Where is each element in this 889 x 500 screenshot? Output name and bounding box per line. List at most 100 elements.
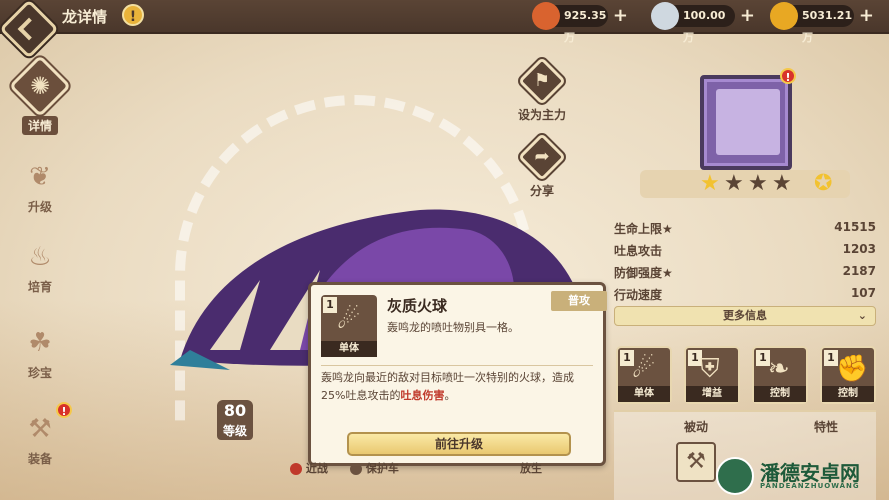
stat-breath-attack-label: 吐息攻击: [614, 244, 663, 258]
stat-breath-attack: 吐息攻击 1203: [614, 242, 876, 264]
passive-skill-slot[interactable]: ⚒: [676, 442, 716, 482]
skill-slot-4[interactable]: 1 ✊ 控制: [820, 346, 876, 404]
popup-skill-name: 灰质火球: [387, 297, 448, 315]
snail-gear-icon: ✺: [8, 54, 72, 118]
codex-alert-badge: !: [780, 68, 796, 84]
popup-skill-short-desc: 轰鸣龙的喷吐物别具一格。: [387, 321, 519, 334]
more-info-label: 更多信息: [723, 309, 767, 322]
nav-item-breed[interactable]: ♨ 培育: [4, 240, 76, 295]
popup-body-end: 。: [444, 389, 456, 402]
nav-label-equipment: 装备: [27, 452, 52, 466]
gold-coin-icon: [770, 2, 798, 30]
popup-skill-type: 单体: [321, 341, 377, 357]
flame-icon: ♨: [28, 242, 52, 272]
lock-icon: [350, 463, 362, 475]
stat-hp-value: 41515: [834, 220, 876, 234]
dragon-level-unit: 等级: [217, 422, 253, 440]
stat-defense-label: 防御强度★: [614, 266, 673, 280]
skill-detail-popup: 1 ☄ 单体 灰质火球 轰鸣龙的喷吐物别具一格。 普攻 轰鸣龙向最近的敌对目标喷…: [308, 282, 607, 466]
tag-protect-label: 保护车: [365, 462, 399, 475]
nav-item-details[interactable]: ✺ 详情: [4, 54, 76, 135]
popup-divider: [321, 365, 593, 366]
add-crystal-button[interactable]: +: [740, 5, 755, 27]
bird-icon: ❧: [768, 354, 790, 384]
star-filled-icon: ★: [700, 171, 720, 196]
skill-slot-2[interactable]: 1 ⛨ 增益: [684, 346, 740, 404]
nav-label-details: 详情: [21, 116, 58, 135]
add-meat-button[interactable]: +: [613, 5, 628, 27]
share-label: 分享: [529, 184, 554, 198]
skill-slot-2-label: 增益: [686, 386, 738, 402]
go-upgrade-button[interactable]: 前往升级: [347, 432, 571, 456]
skill-slot-4-label: 控制: [822, 386, 874, 402]
equipment-alert-badge: !: [56, 402, 72, 418]
fireball-icon: ☄: [632, 354, 656, 384]
more-info-button[interactable]: 更多信息 ⌄: [614, 306, 876, 326]
melee-icon: [290, 463, 302, 475]
tag-melee-label: 近战: [305, 462, 328, 475]
tag-melee: 近战: [290, 460, 328, 482]
bookmark-icon: ⚑: [517, 56, 567, 106]
back-arrow-icon: [17, 17, 41, 41]
fireball-icon: ☄: [337, 305, 361, 335]
skill-slot-1[interactable]: 1 ☄ 单体: [616, 346, 672, 404]
axe-icon: ⚒: [28, 414, 52, 444]
meat-icon: [532, 2, 560, 30]
star-empty-icon: ★: [748, 171, 768, 196]
stat-breath-attack-value: 1203: [842, 242, 876, 256]
release-button[interactable]: 放生: [520, 460, 542, 482]
dragonfruit-icon: ❦: [29, 162, 51, 192]
star-empty-icon: ★: [772, 171, 792, 196]
dragon-portrait: [716, 89, 780, 155]
resource-crystal: 100.00万 +: [651, 2, 755, 44]
watermark-subtext: PANDEANZHUOWANG: [760, 482, 860, 490]
star-upgrade-button[interactable]: ✪: [814, 172, 832, 196]
nav-item-equipment[interactable]: ⚒ 装备: [4, 412, 76, 467]
share-button[interactable]: ➦ 分享: [512, 132, 572, 199]
set-main-label: 设为主力: [517, 108, 566, 122]
popup-skill-icon: 1 ☄ 单体: [321, 295, 377, 357]
fist-icon: ✊: [836, 354, 869, 384]
watermark-logo-icon: [716, 457, 754, 495]
star-empty-icon: ★: [724, 171, 744, 196]
resource-gold: 5031.21万 +: [770, 2, 874, 44]
popup-skill-number: 1: [323, 297, 337, 313]
tag-protect[interactable]: 保护车: [350, 460, 399, 482]
nav-item-upgrade[interactable]: ❦ 升级: [4, 160, 76, 215]
triquetra-icon: ☘: [28, 328, 52, 358]
popup-skill-tag: 普攻: [551, 291, 607, 311]
share-icon: ➦: [517, 132, 567, 182]
crystal-icon: [651, 2, 679, 30]
warning-icon[interactable]: !: [122, 4, 144, 26]
release-label: 放生: [520, 462, 542, 475]
shield-icon: ⛨: [700, 354, 720, 384]
popup-body-highlight: 吐息伤害: [400, 389, 445, 402]
nav-item-treasure[interactable]: ☘ 珍宝: [4, 326, 76, 381]
site-watermark: 潘德安卓网 PANDEANZHUOWANG: [712, 455, 889, 500]
skill-slot-1-label: 单体: [618, 386, 670, 402]
skill-slot-3[interactable]: 1 ❧ 控制: [752, 346, 808, 404]
passive-label: 被动: [684, 420, 709, 434]
stat-hp-label: 生命上限★: [614, 222, 673, 236]
set-main-button[interactable]: ⚑ 设为主力: [512, 56, 572, 123]
skill-slot-3-label: 控制: [754, 386, 806, 402]
dragon-level-badge: 80 等级: [217, 400, 253, 446]
star-rating: ★ ★ ★ ★ ✪: [640, 170, 850, 198]
dragon-codex-book[interactable]: [700, 75, 792, 170]
dragon-level: 80: [217, 400, 253, 422]
stat-speed-value: 107: [850, 286, 876, 300]
nav-label-breed: 培育: [27, 280, 52, 294]
stat-hp: 生命上限★ 41515: [614, 220, 876, 242]
nav-label-upgrade: 升级: [27, 200, 52, 214]
stat-defense-value: 2187: [842, 264, 876, 278]
stat-speed: 行动速度 107: [614, 286, 876, 308]
add-gold-button[interactable]: +: [859, 5, 874, 27]
resource-meat: 925.35万 +: [532, 2, 628, 44]
stat-speed-label: 行动速度: [614, 288, 663, 302]
popup-skill-body: 轰鸣龙向最近的敌对目标喷吐一次特别的火球，造成25%吐息攻击的吐息伤害。: [321, 369, 597, 405]
trait-label: 特性: [814, 420, 839, 434]
stat-defense: 防御强度★ 2187: [614, 264, 876, 286]
nav-label-treasure: 珍宝: [27, 366, 52, 380]
page-title: 龙详情: [62, 8, 108, 26]
chevron-down-icon: ⌄: [857, 309, 867, 322]
